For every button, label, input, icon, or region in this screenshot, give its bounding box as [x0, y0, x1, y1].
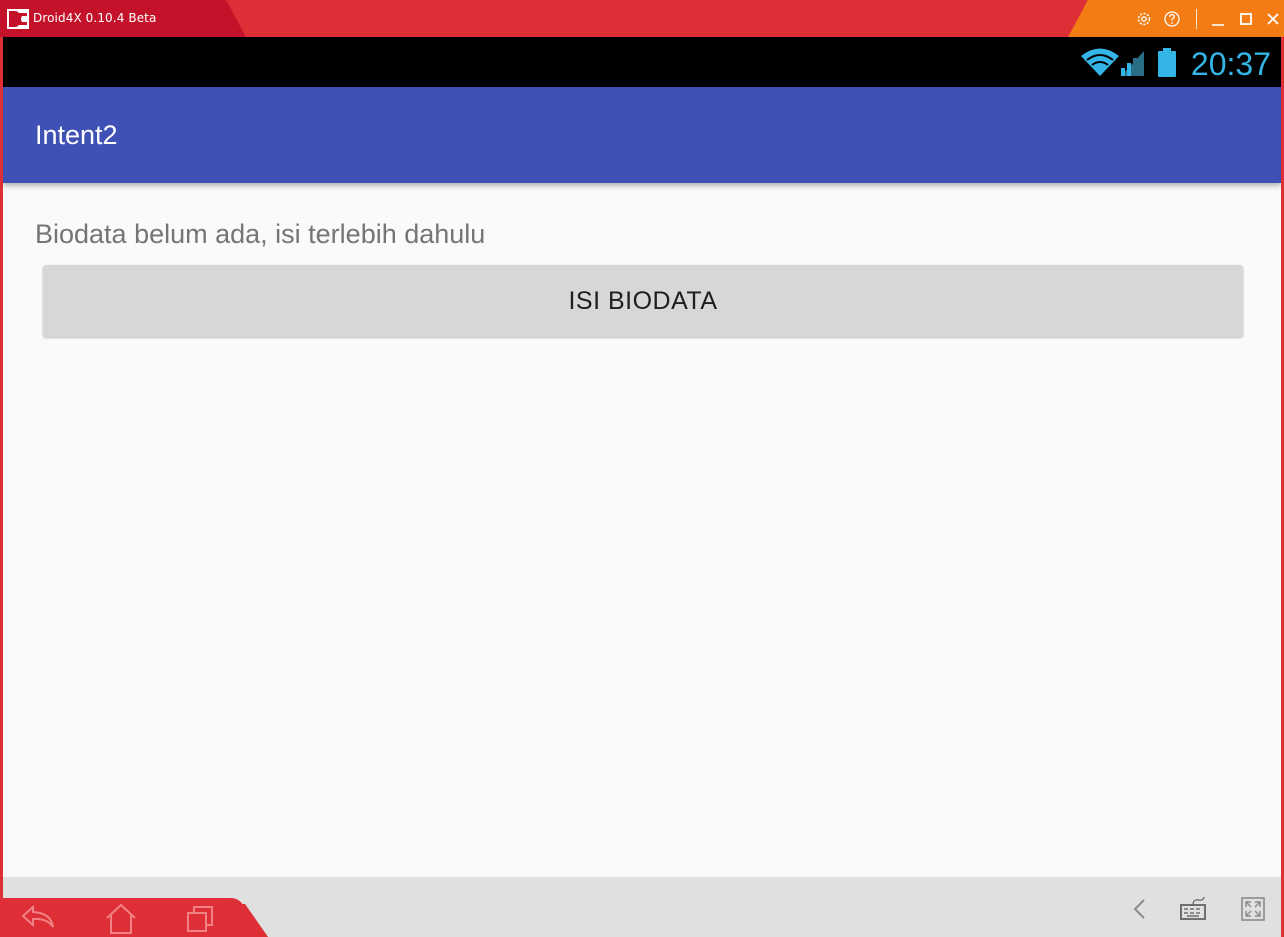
app-bar: Intent2 — [3, 87, 1281, 183]
back-arrow-icon[interactable] — [19, 901, 59, 935]
window-controls — [1094, 0, 1284, 37]
emulator-screen: 20:37 Intent2 Biodata belum ada, isi ter… — [3, 37, 1281, 937]
recent-apps-icon[interactable] — [180, 901, 220, 935]
chevron-left-icon[interactable] — [1126, 895, 1154, 923]
droid4x-logo-icon — [7, 9, 29, 29]
status-time: 20:37 — [1190, 46, 1271, 82]
help-icon[interactable] — [1163, 10, 1181, 28]
maximize-icon[interactable] — [1237, 10, 1255, 28]
signal-icon — [1121, 51, 1144, 76]
window-title: Droid4X 0.10.4 Beta — [33, 11, 157, 25]
emulator-bottom-bar — [3, 877, 1281, 937]
settings-icon[interactable] — [1135, 10, 1153, 28]
android-status-bar: 20:37 — [3, 37, 1281, 87]
wifi-icon — [1081, 48, 1119, 76]
window-title-bar: Droid4X 0.10.4 Beta — [0, 0, 1284, 37]
isi-biodata-button-label: ISI BIODATA — [568, 287, 718, 315]
app-title: Intent2 — [35, 120, 118, 150]
keyboard-icon[interactable] — [1179, 895, 1207, 923]
minimize-icon[interactable] — [1209, 10, 1227, 28]
fullscreen-icon[interactable] — [1239, 895, 1267, 923]
battery-icon — [1158, 48, 1176, 77]
controls-separator — [1196, 9, 1197, 29]
biodata-message: Biodata belum ada, isi terlebih dahulu — [35, 219, 486, 249]
isi-biodata-button[interactable]: ISI BIODATA — [43, 265, 1243, 337]
close-icon[interactable] — [1264, 10, 1282, 28]
home-icon[interactable] — [101, 901, 141, 935]
title-tab: Droid4X 0.10.4 Beta — [0, 0, 218, 37]
